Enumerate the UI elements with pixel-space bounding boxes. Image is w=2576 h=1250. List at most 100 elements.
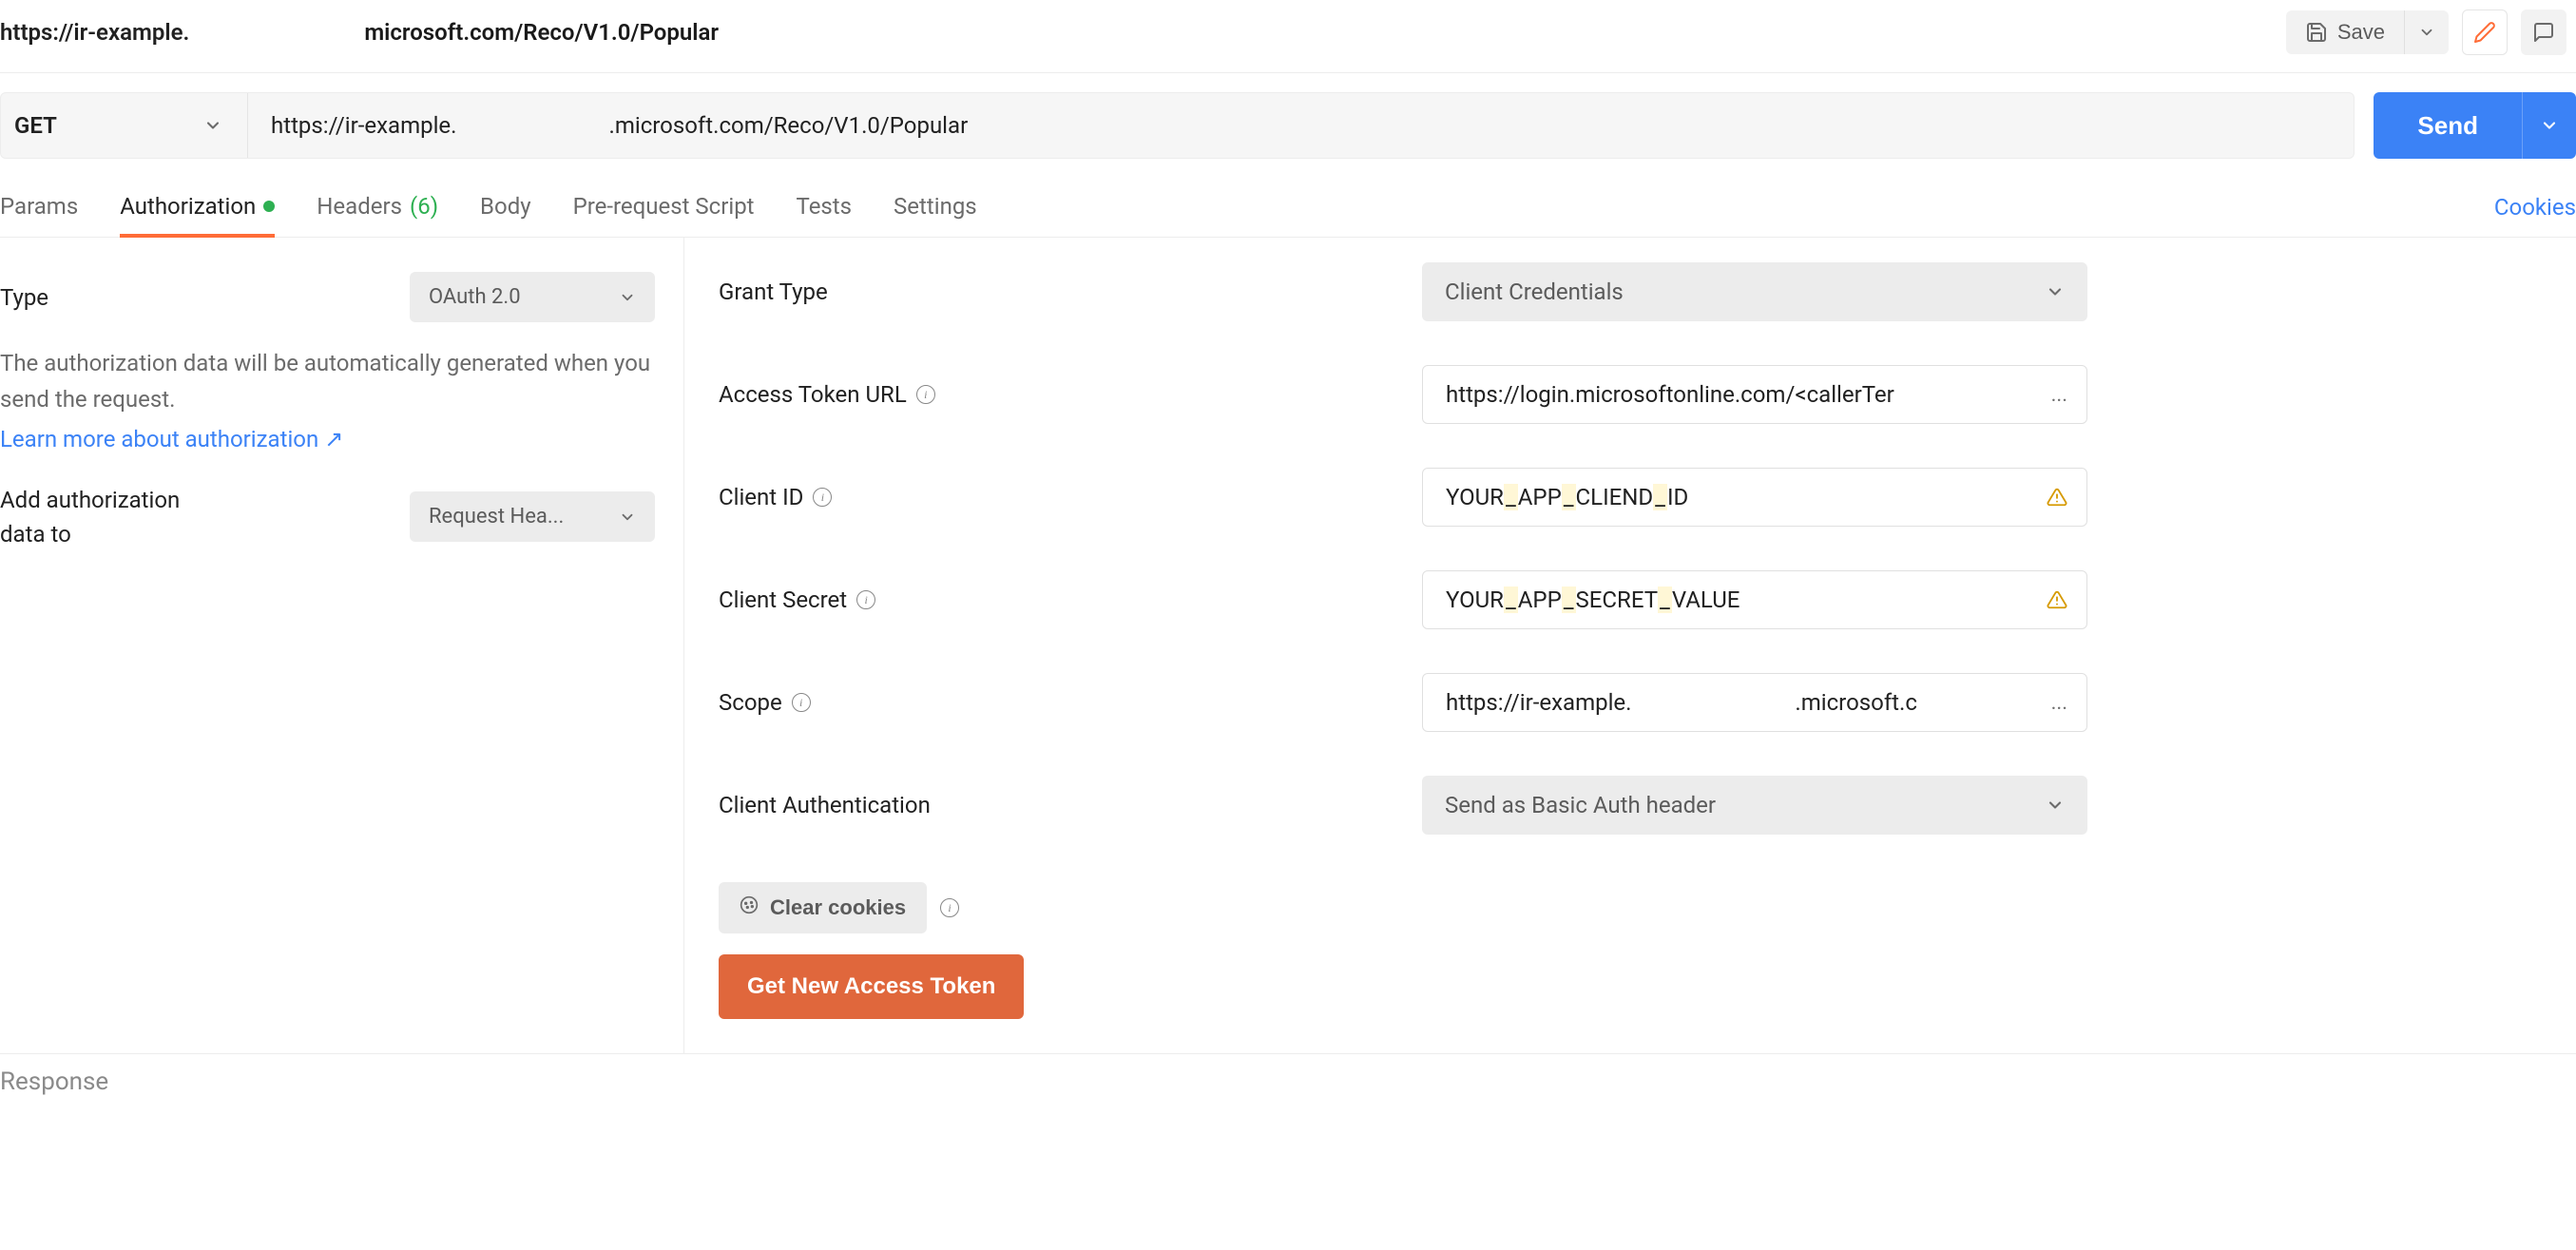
save-label: Save [2337,20,2385,45]
save-dropdown-button[interactable] [2404,10,2449,54]
access-token-url-text: Access Token URL [719,381,907,408]
learn-more-label: Learn more about authorization [0,426,318,452]
grant-type-select[interactable]: Client Credentials [1422,262,2087,321]
url-part-1: https://ir-example. [271,112,456,139]
client-secret-label: Client Secret i [719,587,1422,613]
chevron-down-icon [2046,796,2065,815]
info-icon: i [792,693,811,712]
access-token-url-input[interactable]: https://login.microsoftonline.com/<calle… [1422,365,2087,424]
cookie-icon [740,895,759,920]
add-auth-row: Add authorization data to Request Hea... [0,483,655,551]
chevron-down-icon [2418,24,2435,41]
grant-type-value: Client Credentials [1445,279,1624,305]
type-label: Type [0,284,48,311]
type-row: Type OAuth 2.0 [0,272,655,322]
learn-more-link[interactable]: Learn more about authorization ↗ [0,426,343,452]
title-part-2: microsoft.com/Reco/V1.0/Popular [364,19,719,46]
auth-right-panel: Grant Type Client Credentials Access Tok… [684,238,2576,1053]
client-secret-text: Client Secret [719,587,847,613]
response-label: Response [0,1067,108,1096]
add-auth-l2: data to [0,517,180,551]
add-auth-label: Add authorization data to [0,483,180,551]
auth-form: Grant Type Client Credentials Access Tok… [719,262,2547,835]
client-auth-label: Client Authentication [719,792,1422,818]
info-icon: i [916,385,935,404]
info-icon: i [940,898,959,917]
tab-body[interactable]: Body [480,178,531,237]
edit-button[interactable] [2462,10,2508,55]
url-row: GET https://ir-example. .microsoft.com/R… [0,73,2576,178]
tabs-row: Params Authorization Headers (6) Body Pr… [0,178,2576,238]
access-token-url-label: Access Token URL i [719,381,1422,408]
pencil-icon [2473,21,2496,44]
chevron-down-icon [619,509,636,526]
send-group: Send [2374,92,2576,159]
tab-tests[interactable]: Tests [797,178,853,237]
bottom-actions: Clear cookies i Get New Access Token [719,882,2547,1019]
top-actions: Save [2286,10,2576,55]
client-id-text: Client ID [719,484,803,510]
chevron-down-icon [203,116,222,135]
status-dot-icon [263,201,275,212]
client-auth-select[interactable]: Send as Basic Auth header [1422,776,2087,835]
comment-icon [2532,21,2555,44]
scope-text: Scope [719,689,782,716]
auth-type-value: OAuth 2.0 [429,285,521,309]
tab-params[interactable]: Params [0,178,78,237]
info-icon: i [813,488,832,507]
external-link-icon: ↗ [324,426,343,452]
ellipsis: ... [2051,383,2067,407]
cookies-link[interactable]: Cookies [2494,194,2576,221]
chevron-down-icon [619,289,636,306]
body-area: Type OAuth 2.0 The authorization data wi… [0,238,2576,1053]
save-button[interactable]: Save [2286,10,2404,54]
client-id-input[interactable]: YOUR_APP_CLIEND_ID [1422,468,2087,527]
method-value: GET [14,112,57,139]
method-url-group: GET https://ir-example. .microsoft.com/R… [0,92,2355,159]
client-id-value: YOUR_APP_CLIEND_ID [1446,484,2035,510]
tab-pre-request[interactable]: Pre-request Script [573,178,755,237]
info-icon: i [856,590,875,609]
title-bar: https://ir-example. microsoft.com/Reco/V… [0,0,2576,73]
headers-count: (6) [410,193,438,220]
grant-type-label: Grant Type [719,279,1422,305]
clear-cookies-label: Clear cookies [770,895,906,920]
add-auth-l1: Add authorization [0,483,180,517]
add-auth-select[interactable]: Request Hea... [410,491,655,542]
clear-cookies-button[interactable]: Clear cookies [719,882,927,933]
add-auth-value: Request Hea... [429,505,564,529]
client-secret-input[interactable]: YOUR_APP_SECRET_VALUE [1422,570,2087,629]
response-section: Response [0,1053,2576,1109]
client-id-label: Client ID i [719,484,1422,510]
ellipsis: ... [2051,691,2067,715]
get-new-access-token-button[interactable]: Get New Access Token [719,954,1024,1019]
save-icon [2305,21,2328,44]
send-button[interactable]: Send [2374,92,2522,159]
warning-icon [2047,487,2067,508]
chevron-down-icon [2046,282,2065,301]
tab-auth-label: Authorization [120,193,256,220]
client-auth-value: Send as Basic Auth header [1445,792,1716,818]
scope-label: Scope i [719,689,1422,716]
tab-authorization[interactable]: Authorization [120,178,275,237]
title-part-1: https://ir-example. [0,19,189,46]
tabs: Params Authorization Headers (6) Body Pr… [0,178,977,237]
send-dropdown-button[interactable] [2522,92,2576,159]
chevron-down-icon [2540,116,2559,135]
warning-icon [2047,589,2067,610]
tab-headers-label: Headers [317,193,402,220]
access-token-url-value: https://login.microsoftonline.com/<calle… [1446,381,2040,408]
scope-value: https://ir-example. .microsoft.c [1446,689,2040,716]
scope-input[interactable]: https://ir-example. .microsoft.c ... [1422,673,2087,732]
tab-settings[interactable]: Settings [894,178,977,237]
url-input[interactable]: https://ir-example. .microsoft.com/Reco/… [248,93,2354,158]
method-dropdown[interactable]: GET [1,93,248,158]
auth-left-panel: Type OAuth 2.0 The authorization data wi… [0,238,684,1053]
auth-type-select[interactable]: OAuth 2.0 [410,272,655,322]
tab-headers[interactable]: Headers (6) [317,178,438,237]
request-title: https://ir-example. microsoft.com/Reco/V… [0,19,719,46]
save-group: Save [2286,10,2449,54]
comments-button[interactable] [2521,10,2566,55]
clear-cookies-row: Clear cookies i [719,882,959,933]
auth-help-text: The authorization data will be automatic… [0,345,655,418]
